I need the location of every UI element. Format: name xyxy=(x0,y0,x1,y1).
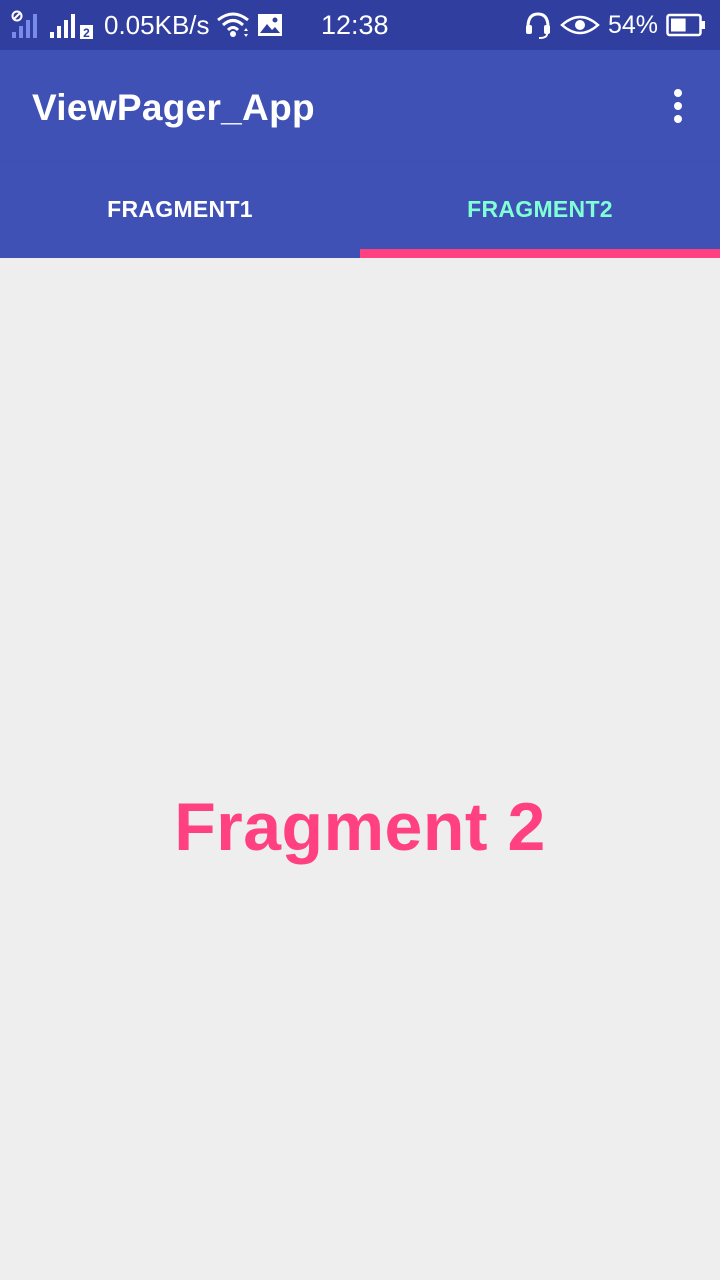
app-title: ViewPager_App xyxy=(32,87,315,128)
tab-fragment1[interactable]: FRAGMENT1 xyxy=(0,162,360,258)
tab-bar: FRAGMENT1 FRAGMENT2 xyxy=(0,162,720,258)
wifi-icon xyxy=(216,11,250,39)
status-right-group: 54% xyxy=(524,0,706,50)
battery-icon xyxy=(666,13,706,37)
overflow-menu-button[interactable] xyxy=(658,86,698,126)
eye-icon xyxy=(560,13,600,37)
tab-fragment2-label: FRAGMENT2 xyxy=(467,195,613,222)
app-bar: ViewPager_App xyxy=(0,50,720,162)
sim2-badge: 2 xyxy=(83,26,90,40)
status-left-group: 2 0.05KB/s xyxy=(10,0,284,50)
headset-icon xyxy=(524,11,552,39)
screen: 2 0.05KB/s 12:38 54% ViewPager_App FRAGM… xyxy=(0,0,720,1280)
fragment-content: Fragment 2 xyxy=(0,258,720,1280)
tab-fragment2[interactable]: FRAGMENT2 xyxy=(360,162,720,258)
more-vert-icon xyxy=(672,88,684,124)
signal-icon: 2 xyxy=(48,10,96,40)
status-clock: 12:38 xyxy=(321,10,389,40)
tab-indicator xyxy=(360,249,720,258)
image-notification-icon xyxy=(256,12,284,38)
fragment-label: Fragment 2 xyxy=(174,789,546,865)
battery-percent: 54% xyxy=(607,10,658,39)
status-bar: 2 0.05KB/s 12:38 54% xyxy=(0,0,720,50)
no-sim-signal-icon xyxy=(10,10,42,40)
tab-fragment1-label: FRAGMENT1 xyxy=(107,195,253,222)
network-speed: 0.05KB/s xyxy=(104,9,210,40)
